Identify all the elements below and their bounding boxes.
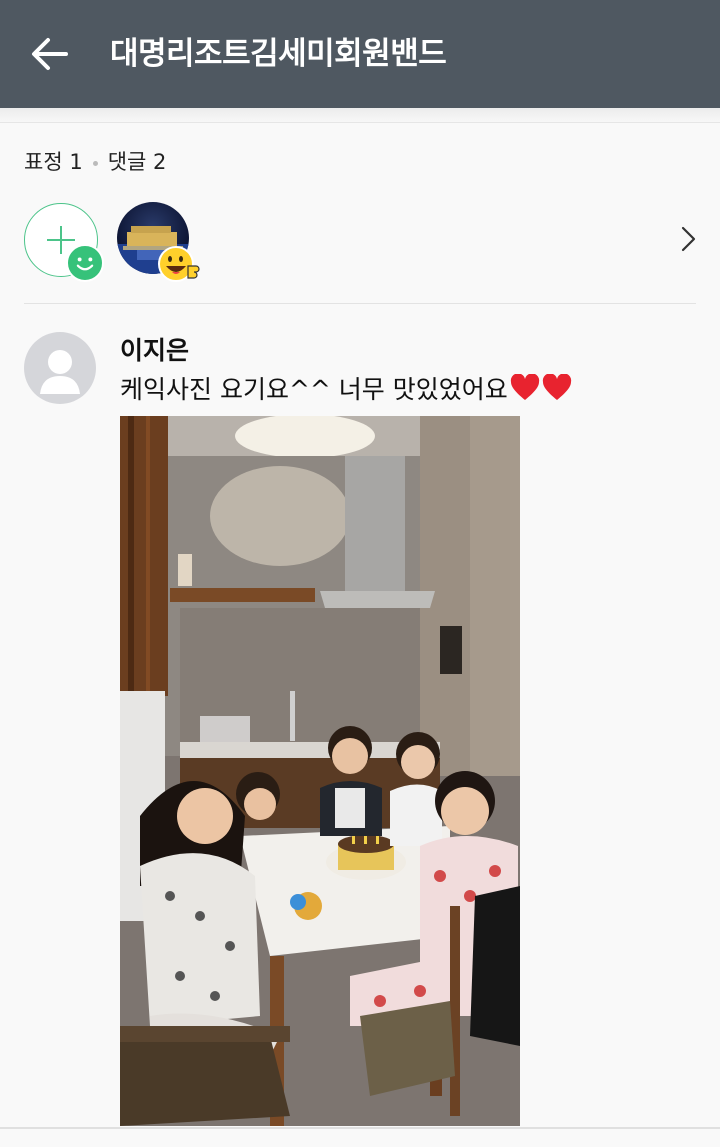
page-title: 대명리조트김세미회원밴드 xyxy=(110,36,447,72)
thumbs-up-emoji-icon xyxy=(158,246,200,282)
comment-label: 댓글 xyxy=(107,150,147,174)
separator-dot xyxy=(92,160,98,166)
expression-count: 1 xyxy=(69,150,83,174)
comment-author[interactable]: 이지은 xyxy=(120,331,189,367)
expression-label: 표정 xyxy=(24,150,63,174)
chevron-right-icon[interactable] xyxy=(678,224,700,254)
reaction-summary[interactable]: 표정 1 댓글 2 xyxy=(24,146,166,176)
back-arrow-icon[interactable] xyxy=(26,30,74,78)
comment-body: 케익사진 요기요^^ 너무 맛있었어요 xyxy=(120,375,508,404)
divider xyxy=(0,1127,720,1129)
comment-photo[interactable] xyxy=(120,416,520,1126)
divider xyxy=(24,303,696,304)
birthday-party-photo xyxy=(120,416,520,1126)
smile-icon xyxy=(66,244,104,282)
avatar[interactable] xyxy=(24,332,96,404)
default-avatar-icon xyxy=(40,350,80,394)
heart-icon xyxy=(510,374,539,400)
divider xyxy=(0,122,720,123)
comment-count: 2 xyxy=(153,150,167,174)
heart-icon xyxy=(542,374,571,400)
app-header: 대명리조트김세미회원밴드 xyxy=(0,0,720,108)
comment-text: 케익사진 요기요^^ 너무 맛있었어요 xyxy=(120,370,572,406)
